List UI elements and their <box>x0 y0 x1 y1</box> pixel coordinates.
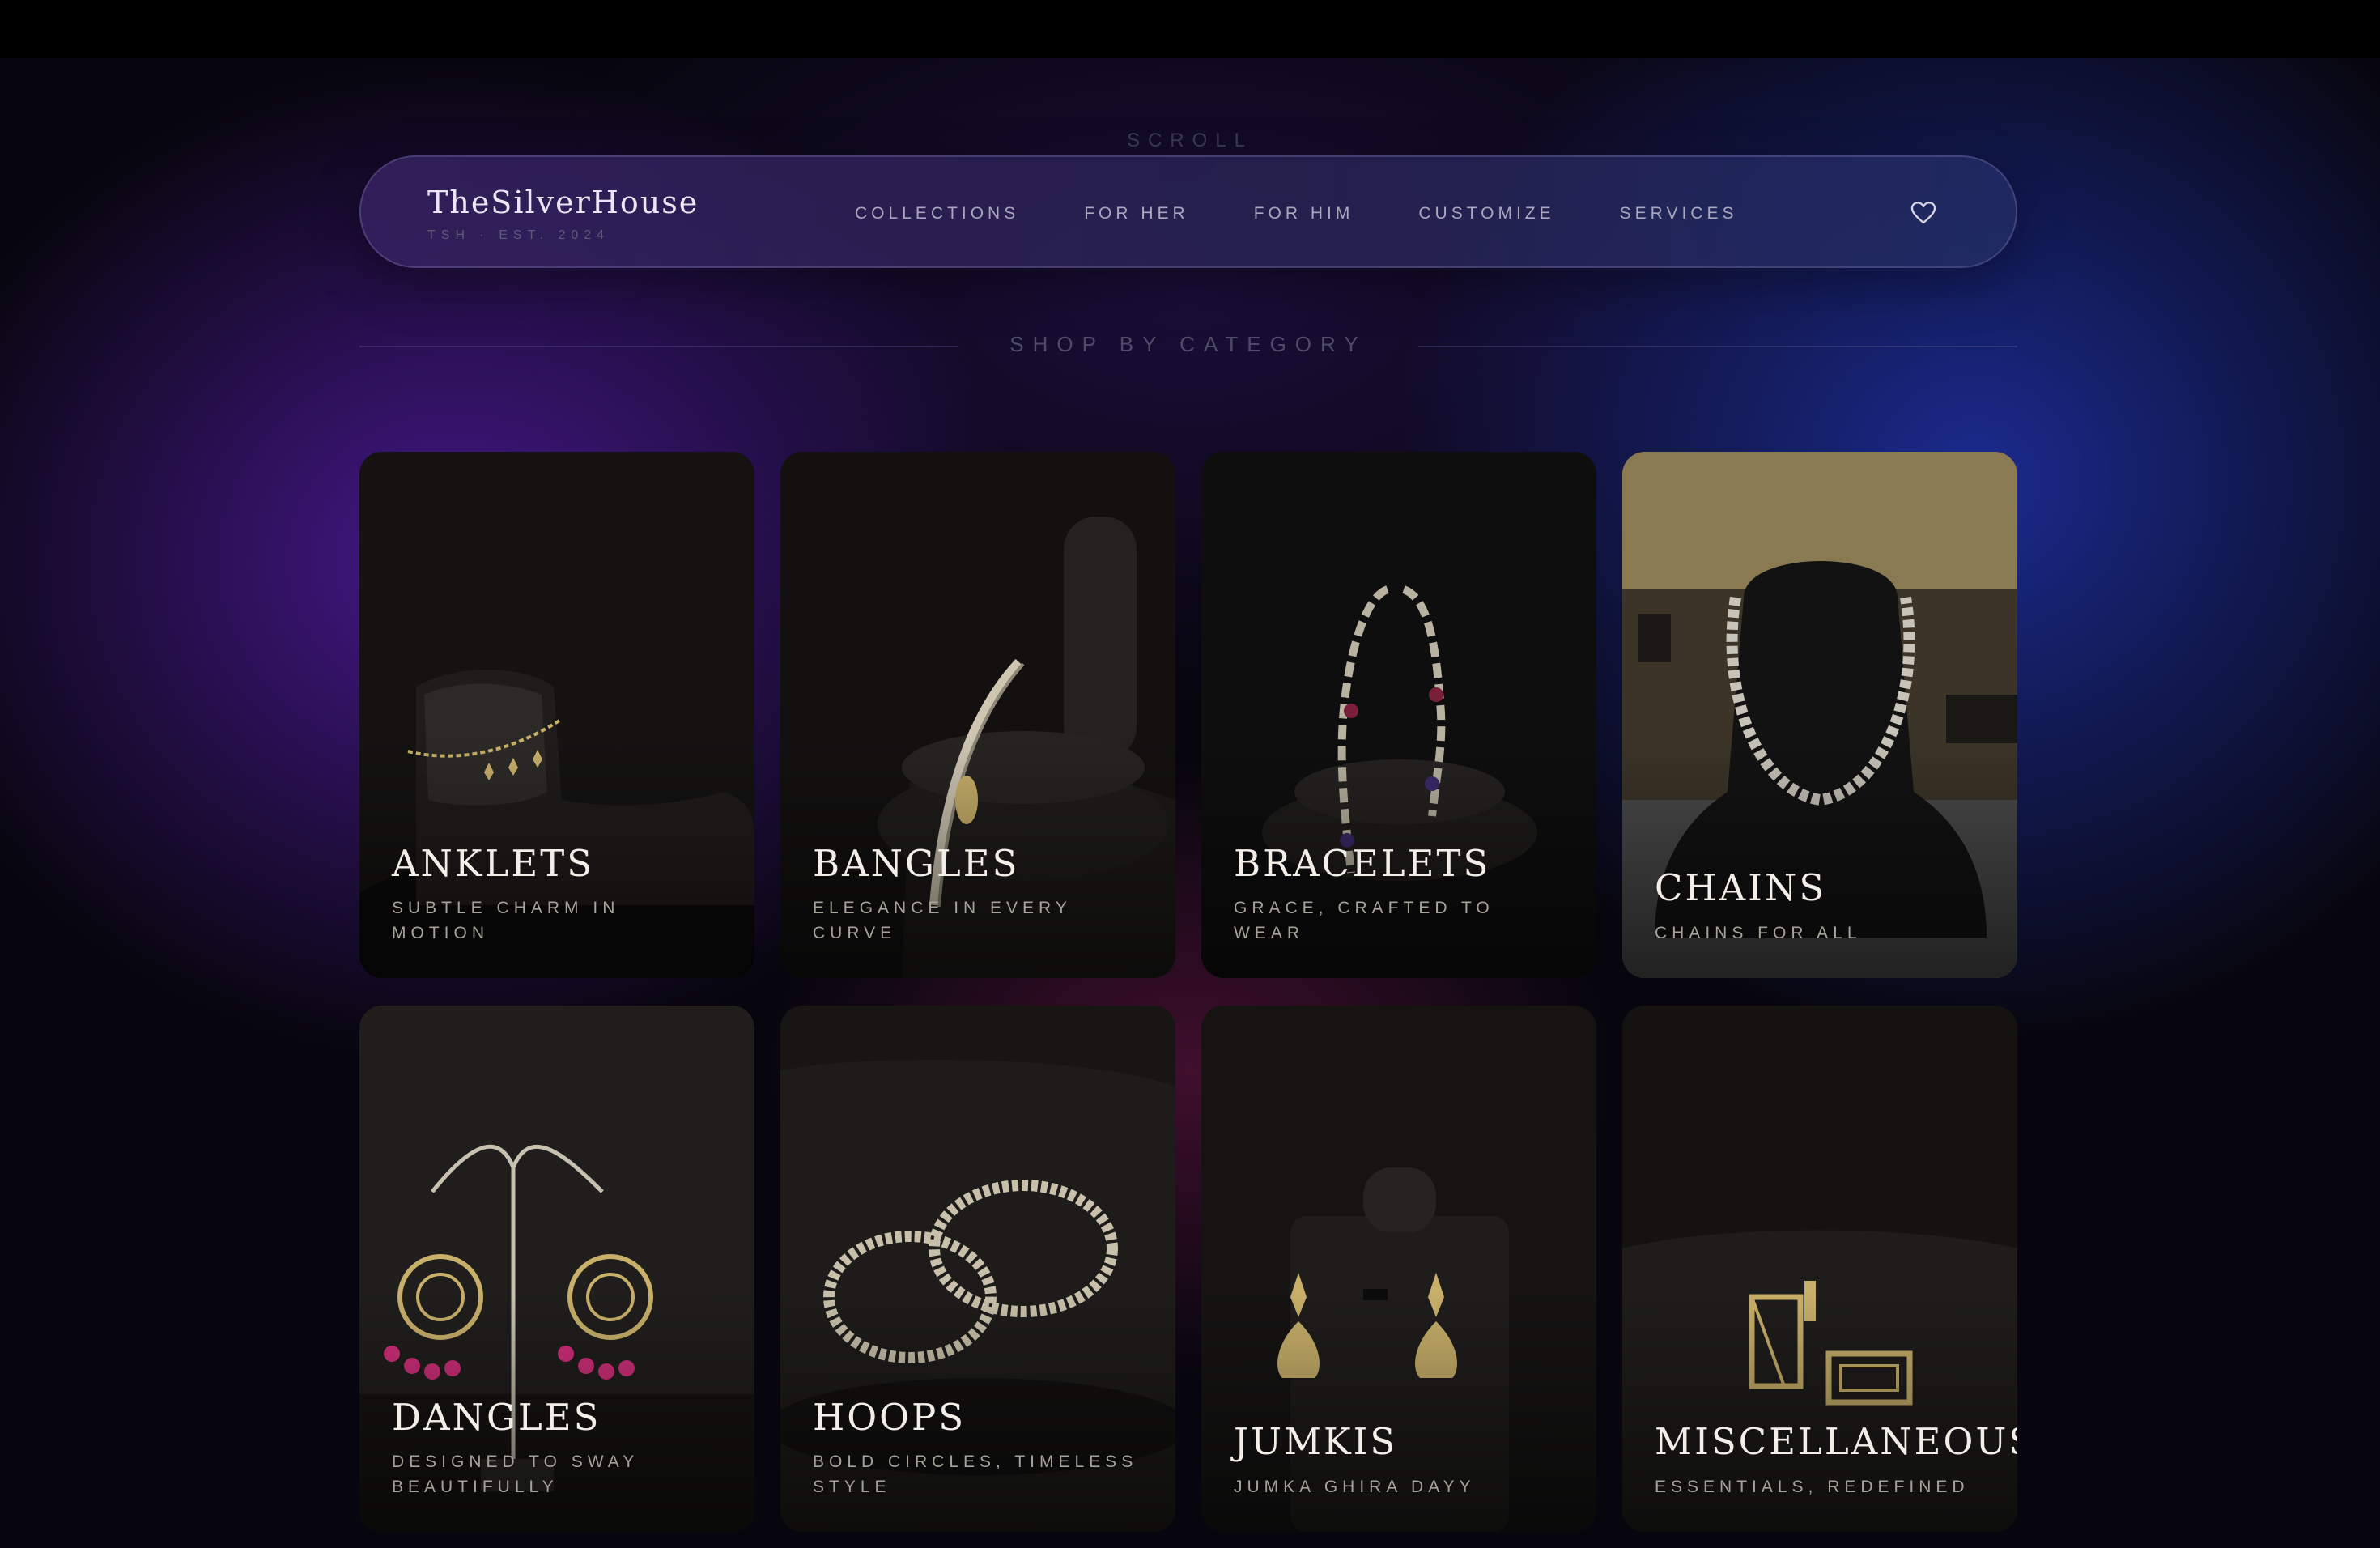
card-subtitle: ESSENTIALS, REDEFINED <box>1655 1477 1970 1496</box>
category-card-miscellaneous[interactable]: MISCELLANEOUS ESSENTIALS, REDEFINED <box>1622 1006 2017 1532</box>
card-title: MISCELLANEOUS <box>1655 1420 2017 1464</box>
card-title: BANGLES <box>813 841 1020 885</box>
card-text: DANGLES DESIGNED TO SWAY BEAUTIFULLY <box>392 1397 730 1499</box>
card-subtitle: ELEGANCE IN EVERY CURVE <box>813 899 1072 942</box>
card-text: BRACELETS GRACE, CRAFTED TO WEAR <box>1234 844 1572 946</box>
card-subtitle: DESIGNED TO SWAY BEAUTIFULLY <box>392 1452 639 1496</box>
card-text: ANKLETS SUBTLE CHARM IN MOTION <box>392 844 730 946</box>
brand-name: TheSilverHouse <box>427 185 699 220</box>
category-card-bracelets[interactable]: BRACELETS GRACE, CRAFTED TO WEAR <box>1201 452 1596 978</box>
card-text: MISCELLANEOUS ESSENTIALS, REDEFINED <box>1655 1420 2017 1499</box>
card-subtitle: JUMKA GHIRA DAYY <box>1234 1477 1476 1496</box>
category-card-anklets[interactable]: ANKLETS SUBTLE CHARM IN MOTION <box>359 452 754 978</box>
nav-link-collections[interactable]: COLLECTIONS <box>855 204 1019 223</box>
card-text: HOOPS BOLD CIRCLES, TIMELESS STYLE <box>813 1397 1151 1499</box>
card-title: CHAINS <box>1655 866 1827 910</box>
card-title: DANGLES <box>392 1395 601 1439</box>
category-card-bangles[interactable]: BANGLES ELEGANCE IN EVERY CURVE <box>780 452 1175 978</box>
card-subtitle: BOLD CIRCLES, TIMELESS STYLE <box>813 1452 1138 1496</box>
nav-link-services[interactable]: SERVICES <box>1620 204 1738 223</box>
card-subtitle: CHAINS FOR ALL <box>1655 923 1862 942</box>
card-subtitle: GRACE, CRAFTED TO WEAR <box>1234 899 1494 942</box>
category-card-hoops[interactable]: HOOPS BOLD CIRCLES, TIMELESS STYLE <box>780 1006 1175 1532</box>
category-card-jumkis[interactable]: JUMKIS JUMKA GHIRA DAYY <box>1201 1006 1596 1532</box>
section-header: SHOP BY CATEGORY <box>359 332 2017 361</box>
nav-links: COLLECTIONS FOR HER FOR HIM CUSTOMIZE SE… <box>855 204 1802 223</box>
category-grid: ANKLETS SUBTLE CHARM IN MOTION BANGLES E… <box>359 452 2017 1532</box>
card-text: JUMKIS JUMKA GHIRA DAYY <box>1234 1422 1572 1499</box>
nav-link-for-him[interactable]: FOR HIM <box>1254 204 1354 223</box>
card-title: ANKLETS <box>392 841 595 885</box>
nav-link-for-her[interactable]: FOR HER <box>1084 204 1189 223</box>
nav-link-customize[interactable]: CUSTOMIZE <box>1418 204 1554 223</box>
card-text: BANGLES ELEGANCE IN EVERY CURVE <box>813 844 1151 946</box>
heart-icon[interactable] <box>1910 201 1936 225</box>
card-title: BRACELETS <box>1234 841 1491 885</box>
card-title: HOOPS <box>813 1395 967 1439</box>
card-subtitle: SUBTLE CHARM IN MOTION <box>392 899 620 942</box>
category-card-chains[interactable]: CHAINS CHAINS FOR ALL <box>1622 452 2017 978</box>
brand-logo[interactable]: TheSilverHouse TSH · EST. 2024 <box>427 185 699 243</box>
brand-tagline: TSH · EST. 2024 <box>427 228 610 242</box>
browser-top-bar <box>0 0 2380 58</box>
main-navbar: TheSilverHouse TSH · EST. 2024 COLLECTIO… <box>359 155 2017 268</box>
card-text: CHAINS CHAINS FOR ALL <box>1655 868 1993 946</box>
scroll-hint: SCROLL <box>1126 130 1254 151</box>
category-card-dangles[interactable]: DANGLES DESIGNED TO SWAY BEAUTIFULLY <box>359 1006 754 1532</box>
divider-right <box>1418 346 2017 347</box>
card-title: JUMKIS <box>1234 1420 1398 1464</box>
section-title: SHOP BY CATEGORY <box>1009 332 1367 356</box>
